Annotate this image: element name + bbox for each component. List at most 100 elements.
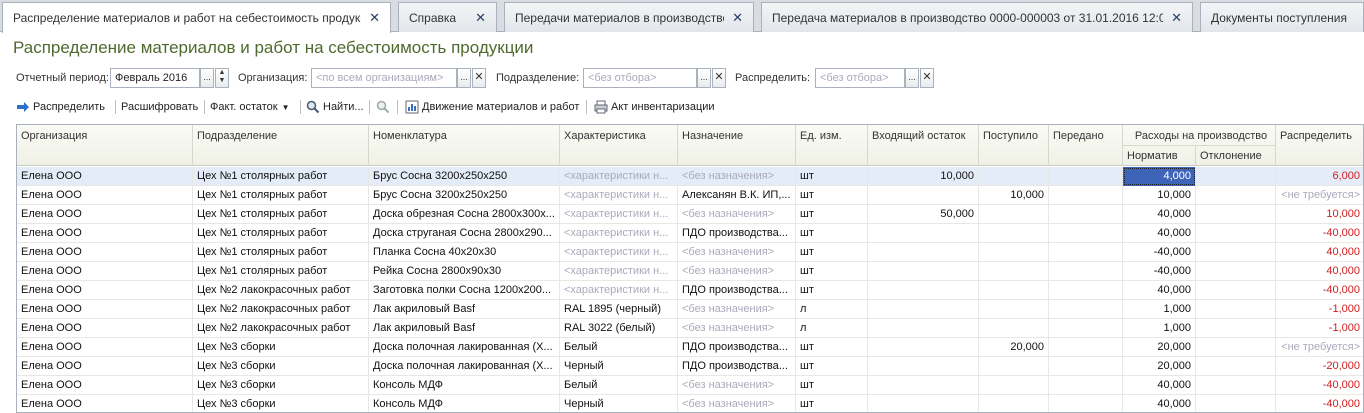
cell-purpose[interactable]: <без назначения> xyxy=(678,376,796,395)
cell-item[interactable]: Брус Сосна 3200х250х250 xyxy=(369,186,560,205)
cell-opening[interactable] xyxy=(868,262,979,281)
col-transferred[interactable]: Передано xyxy=(1049,125,1123,166)
org-field[interactable]: <по всем организациям> xyxy=(311,68,457,88)
cell-org[interactable]: Елена ООО xyxy=(17,281,193,300)
col-char[interactable]: Характеристика xyxy=(560,125,678,166)
cell-opening[interactable] xyxy=(868,243,979,262)
period-field[interactable]: Февраль 2016 xyxy=(110,68,200,88)
cell-distribute[interactable]: 6,000 xyxy=(1276,167,1363,186)
cell-purpose[interactable]: <без назначения> xyxy=(678,319,796,338)
cell-received[interactable]: 10,000 xyxy=(979,186,1049,205)
cell-opening[interactable] xyxy=(868,224,979,243)
cell-purpose[interactable]: <без назначения> xyxy=(678,243,796,262)
table-row[interactable]: Елена ООО Цех №2 лакокрасочных работ Загот… xyxy=(17,281,1363,300)
cell-dept[interactable]: Цех №2 лакокрасочных работ xyxy=(193,281,369,300)
table-row[interactable]: Елена ООО Цех №1 столярных работ Планка Со… xyxy=(17,243,1363,262)
cell-org[interactable]: Елена ООО xyxy=(17,205,193,224)
cell-transferred[interactable] xyxy=(1049,262,1123,281)
cell-deviation[interactable] xyxy=(1196,357,1276,376)
table-row[interactable]: Елена ООО Цех №2 лакокрасочных работ Лак а… xyxy=(17,300,1363,319)
tab-cost-distribution[interactable]: Распределение материалов и работ на себе… xyxy=(2,2,391,33)
cancel-search-button[interactable] xyxy=(376,98,393,116)
cell-unit[interactable]: шт xyxy=(796,167,868,186)
cell-norm[interactable]: 40,000 xyxy=(1123,376,1196,395)
close-icon[interactable]: ✕ xyxy=(369,10,380,26)
cell-purpose[interactable]: ПДО производства... xyxy=(678,224,796,243)
cell-dept[interactable]: Цех №2 лакокрасочных работ xyxy=(193,319,369,338)
cell-org[interactable]: Елена ООО xyxy=(17,338,193,357)
cell-purpose[interactable]: <без назначения> xyxy=(678,300,796,319)
cell-org[interactable]: Елена ООО xyxy=(17,186,193,205)
cell-deviation[interactable] xyxy=(1196,395,1276,412)
cell-transferred[interactable] xyxy=(1049,395,1123,412)
cell-transferred[interactable] xyxy=(1049,376,1123,395)
cell-received[interactable] xyxy=(979,357,1049,376)
cell-norm[interactable]: -40,000 xyxy=(1123,243,1196,262)
cell-purpose[interactable]: ПДО производства... xyxy=(678,281,796,300)
cell-received[interactable] xyxy=(979,243,1049,262)
cell-distribute[interactable]: -40,000 xyxy=(1276,281,1363,300)
table-row[interactable]: Елена ООО Цех №3 сборки Доска полочная лак… xyxy=(17,357,1363,376)
table-row[interactable]: Елена ООО Цех №3 сборки Консоль МДФ Белый <б… xyxy=(17,376,1363,395)
decode-button[interactable]: Расшифровать xyxy=(121,98,198,116)
cell-received[interactable] xyxy=(979,395,1049,412)
cell-received[interactable] xyxy=(979,319,1049,338)
cell-opening[interactable]: 50,000 xyxy=(868,205,979,224)
cell-unit[interactable]: шт xyxy=(796,224,868,243)
cell-dept[interactable]: Цех №3 сборки xyxy=(193,376,369,395)
cell-transferred[interactable] xyxy=(1049,224,1123,243)
cell-dept[interactable]: Цех №1 столярных работ xyxy=(193,186,369,205)
cell-char[interactable]: Белый xyxy=(560,376,678,395)
cell-transferred[interactable] xyxy=(1049,300,1123,319)
cell-opening[interactable] xyxy=(868,281,979,300)
cell-org[interactable]: Елена ООО xyxy=(17,167,193,186)
cell-deviation[interactable] xyxy=(1196,205,1276,224)
table-row[interactable]: Елена ООО Цех №1 столярных работ Доска обр… xyxy=(17,205,1363,224)
cell-dept[interactable]: Цех №3 сборки xyxy=(193,338,369,357)
cell-deviation[interactable] xyxy=(1196,262,1276,281)
col-unit[interactable]: Ед. изм. xyxy=(796,125,868,166)
cell-norm[interactable]: 10,000 xyxy=(1123,186,1196,205)
col-received[interactable]: Поступило xyxy=(979,125,1049,166)
cell-transferred[interactable] xyxy=(1049,357,1123,376)
cell-item[interactable]: Заготовка полки Сосна 1200х200... xyxy=(369,281,560,300)
col-deviation[interactable]: Отклонение xyxy=(1196,146,1276,166)
cell-unit[interactable]: л xyxy=(796,319,868,338)
cell-char[interactable]: <характеристики н... xyxy=(560,243,678,262)
tab-receipt-documents[interactable]: Документы поступления xyxy=(1200,2,1364,32)
cell-char[interactable]: <характеристики н... xyxy=(560,262,678,281)
cell-dept[interactable]: Цех №3 сборки xyxy=(193,395,369,412)
cell-opening[interactable]: 10,000 xyxy=(868,167,979,186)
cell-org[interactable]: Елена ООО xyxy=(17,395,193,412)
tab-transfer-document[interactable]: Передача материалов в производство 0000-… xyxy=(761,2,1193,32)
close-icon[interactable]: ✕ xyxy=(475,10,486,26)
cell-opening[interactable] xyxy=(868,319,979,338)
inventory-act-button[interactable]: Акт инвентаризации xyxy=(594,98,715,116)
cell-distribute[interactable]: 40,000 xyxy=(1276,243,1363,262)
table-row[interactable]: Елена ООО Цех №3 сборки Доска полочная лак… xyxy=(17,338,1363,357)
cell-unit[interactable]: шт xyxy=(796,186,868,205)
cell-unit[interactable]: шт xyxy=(796,357,868,376)
cell-transferred[interactable] xyxy=(1049,167,1123,186)
cell-deviation[interactable] xyxy=(1196,319,1276,338)
cell-distribute[interactable]: -40,000 xyxy=(1276,376,1363,395)
dept-clear-icon[interactable]: ✕ xyxy=(712,68,726,88)
cell-received[interactable] xyxy=(979,281,1049,300)
cell-unit[interactable]: шт xyxy=(796,205,868,224)
cell-norm[interactable]: 20,000 xyxy=(1123,338,1196,357)
cell-distribute[interactable]: <не требуется> xyxy=(1276,338,1363,357)
dept-select-button[interactable]: ... xyxy=(697,68,711,88)
org-select-button[interactable]: ... xyxy=(457,68,471,88)
cell-transferred[interactable] xyxy=(1049,243,1123,262)
tab-material-transfers[interactable]: Передачи материалов в производство ✕ xyxy=(504,2,754,32)
table-row[interactable]: Елена ООО Цех №1 столярных работ Брус Сосн… xyxy=(17,186,1363,205)
cell-distribute[interactable]: 10,000 xyxy=(1276,205,1363,224)
cell-opening[interactable] xyxy=(868,395,979,412)
cell-org[interactable]: Елена ООО xyxy=(17,262,193,281)
cell-received[interactable] xyxy=(979,224,1049,243)
cell-purpose[interactable]: ПДО производства... xyxy=(678,357,796,376)
cell-received[interactable] xyxy=(979,205,1049,224)
cell-char[interactable]: Черный xyxy=(560,395,678,412)
table-row[interactable]: Елена ООО Цех №2 лакокрасочных работ Лак а… xyxy=(17,319,1363,338)
cell-norm[interactable]: 4,000 xyxy=(1123,167,1196,186)
